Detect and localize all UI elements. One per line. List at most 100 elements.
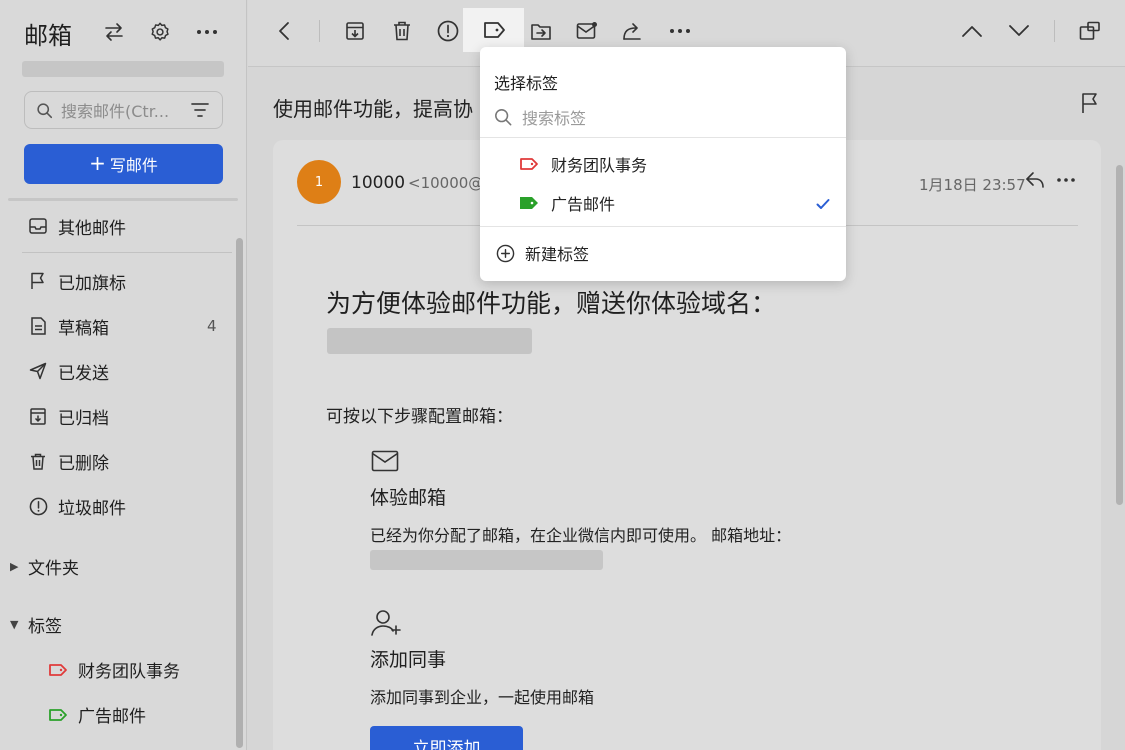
new-tag-label: 新建标签 — [525, 245, 590, 264]
account-name-redacted — [22, 61, 224, 77]
mail-search-input[interactable]: 搜索邮件(Ctr... — [24, 91, 223, 129]
tag-icon[interactable] — [463, 8, 524, 52]
toolbar-separator — [319, 20, 320, 42]
steps-intro: 可按以下步骤配置邮箱： — [326, 407, 513, 427]
popup-divider — [480, 226, 846, 227]
previous-message-icon[interactable] — [954, 13, 990, 49]
forward-icon[interactable] — [615, 13, 651, 49]
settings-gear-icon[interactable] — [148, 20, 172, 44]
tag-search-placeholder: 搜索标签 — [522, 109, 587, 128]
mailbox-title: 邮箱 — [24, 22, 72, 50]
archive-icon[interactable] — [337, 13, 373, 49]
add-now-button[interactable]: 立即添加 — [370, 726, 523, 750]
section-title-add-colleagues: 添加同事 — [370, 649, 447, 671]
more-horizontal-icon[interactable] — [195, 20, 219, 44]
message-date: 1月18日 23:57 — [919, 176, 1026, 194]
domain-redacted — [327, 328, 532, 354]
sidebar-item-label: 其他邮件 — [58, 218, 126, 239]
flag-icon — [28, 271, 48, 291]
message-scrollbar[interactable] — [1116, 165, 1123, 505]
reply-icon[interactable] — [1025, 171, 1045, 193]
section-text-trial-mailbox: 已经为你分配了邮箱，在企业微信内即可使用。 邮箱地址： — [370, 526, 792, 545]
switch-account-icon[interactable] — [102, 20, 126, 44]
add-person-icon — [370, 608, 402, 642]
sidebar-item-drafts[interactable]: 草稿箱 — [28, 314, 109, 339]
tag-filled-icon — [519, 196, 539, 210]
next-message-icon[interactable] — [1001, 13, 1037, 49]
toolbar-separator — [1054, 20, 1055, 42]
checkmark-icon — [816, 195, 830, 214]
sidebar: 邮箱 搜索邮件(Ctr... + 写邮件 其他邮件 已加旗标 草稿箱 4 已发送… — [0, 0, 247, 750]
warning-circle-icon — [28, 496, 48, 516]
message-subject: 使用邮件功能，提高协 — [273, 97, 473, 121]
body-headline: 为方便体验邮件功能，赠送你体验域名： — [326, 289, 777, 318]
sidebar-divider — [8, 198, 238, 201]
sidebar-scrollbar[interactable] — [236, 238, 243, 748]
sidebar-item-label: 已发送 — [58, 363, 109, 384]
tag-selector-popup: 选择标签 搜索标签 财务团队事务 广告邮件 新建标签 — [480, 47, 846, 281]
sidebar-item-flagged[interactable]: 已加旗标 — [28, 269, 126, 294]
plus-circle-icon — [496, 244, 515, 263]
tag-option-label: 财务团队事务 — [551, 156, 648, 175]
archive-box-icon — [28, 406, 48, 426]
group-label: 文件夹 — [28, 559, 79, 579]
sidebar-item-label: 草稿箱 — [58, 318, 109, 339]
sender-name[interactable]: 10000 — [351, 173, 405, 193]
sidebar-item-label: 已删除 — [58, 453, 109, 474]
sidebar-item-label: 已加旗标 — [58, 273, 126, 294]
inbox-tray-icon — [28, 216, 48, 236]
tag-outline-icon — [48, 708, 68, 722]
sidebar-item-deleted[interactable]: 已删除 — [28, 449, 109, 474]
sidebar-item-label: 已归档 — [58, 408, 109, 429]
tag-outline-icon — [519, 157, 539, 171]
mailbox-address-redacted — [370, 550, 603, 570]
tag-search-input[interactable]: 搜索标签 — [494, 105, 586, 129]
expand-triangle-icon: ▶ — [10, 560, 19, 573]
filter-icon[interactable] — [190, 101, 210, 119]
section-title-trial-mailbox: 体验邮箱 — [370, 487, 447, 509]
tag-label: 广告邮件 — [78, 707, 146, 727]
sidebar-item-archived[interactable]: 已归档 — [28, 404, 109, 429]
sidebar-item-spam[interactable]: 垃圾邮件 — [28, 494, 126, 519]
more-icon[interactable] — [662, 13, 698, 49]
sidebar-separator — [22, 252, 232, 253]
sidebar-tag-ads[interactable]: 广告邮件 — [48, 702, 146, 727]
sidebar-tag-finance[interactable]: 财务团队事务 — [48, 657, 180, 682]
search-icon — [495, 109, 512, 126]
back-icon[interactable] — [266, 13, 302, 49]
move-to-folder-icon[interactable] — [523, 13, 559, 49]
envelope-icon — [371, 450, 399, 476]
group-label: 标签 — [28, 617, 62, 637]
search-placeholder: 搜索邮件(Ctr... — [61, 102, 170, 121]
sidebar-item-other-mail[interactable]: 其他邮件 — [28, 214, 126, 239]
mark-unread-icon[interactable] — [569, 13, 605, 49]
message-more-icon[interactable] — [1056, 171, 1076, 193]
new-tag-button[interactable]: 新建标签 — [496, 241, 589, 265]
send-icon — [28, 361, 48, 381]
tag-option-ads[interactable]: 广告邮件 — [519, 191, 615, 215]
sidebar-group-tags[interactable]: ▼ 标签 — [10, 612, 62, 637]
popup-divider — [480, 137, 846, 138]
tag-option-label: 广告邮件 — [551, 195, 616, 214]
draft-document-icon — [28, 316, 48, 336]
search-icon — [37, 102, 53, 118]
section-text-add-colleagues: 添加同事到企业，一起使用邮箱 — [370, 688, 595, 707]
tag-outline-icon — [48, 663, 68, 677]
tag-label: 财务团队事务 — [78, 662, 180, 682]
avatar[interactable]: 1 — [297, 160, 341, 204]
popup-title: 选择标签 — [494, 74, 559, 93]
compose-button[interactable]: + 写邮件 — [24, 144, 223, 184]
collapse-triangle-icon: ▼ — [10, 618, 19, 631]
spam-report-icon[interactable] — [430, 13, 466, 49]
flag-message-icon[interactable] — [1080, 92, 1100, 118]
delete-icon[interactable] — [384, 13, 420, 49]
tag-option-finance[interactable]: 财务团队事务 — [519, 152, 647, 176]
sidebar-group-folders[interactable]: ▶ 文件夹 — [10, 554, 79, 579]
open-new-window-icon[interactable] — [1072, 13, 1108, 49]
compose-label: 写邮件 — [109, 156, 158, 175]
trash-icon — [28, 451, 48, 471]
plus-icon: + — [89, 151, 106, 175]
drafts-count: 4 — [207, 317, 217, 335]
sidebar-item-sent[interactable]: 已发送 — [28, 359, 109, 384]
sidebar-item-label: 垃圾邮件 — [58, 498, 126, 519]
